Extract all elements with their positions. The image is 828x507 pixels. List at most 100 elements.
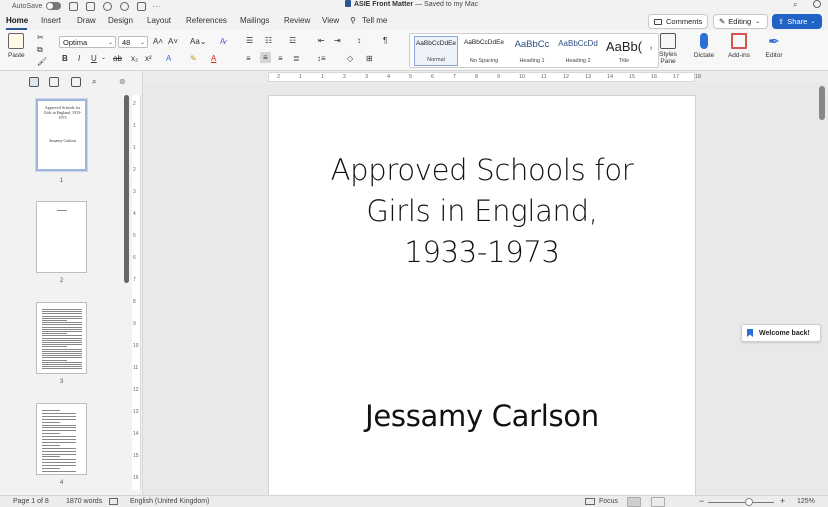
document-page[interactable]: Approved Schools for Girls in England, 1… <box>269 96 695 496</box>
shading-icon[interactable]: ◇ <box>347 54 353 63</box>
search-icon[interactable]: ⌕ <box>793 0 797 10</box>
tab-layout[interactable]: Layout <box>147 16 171 25</box>
text-effects-icon[interactable]: A <box>166 54 171 63</box>
style-heading-2[interactable]: AaBbCcDd Heading 2 <box>556 36 600 66</box>
style-title[interactable]: AaBb( Title <box>602 36 646 66</box>
document-canvas[interactable]: Approved Schools for Girls in England, 1… <box>143 83 828 496</box>
underline-button[interactable]: U <box>91 54 97 63</box>
borders-icon[interactable]: ⊞ <box>366 54 373 63</box>
redo-icon[interactable] <box>120 1 130 11</box>
style-heading-1[interactable]: AaBbCc Heading 1 <box>510 36 554 66</box>
multilevel-list-icon[interactable]: ☲ <box>289 36 296 45</box>
tell-me-search[interactable]: Tell me <box>362 16 387 25</box>
copy-icon[interactable]: ⧉ <box>37 45 43 55</box>
ruler-tick-label: 1 <box>133 123 136 129</box>
dictate-button[interactable]: Dictate <box>691 33 717 59</box>
line-spacing-icon[interactable]: ↕≡ <box>317 54 326 63</box>
page-count[interactable]: Page 1 of 8 <box>13 498 49 505</box>
decrease-indent-icon[interactable]: ⇤ <box>318 36 325 45</box>
editor-button[interactable]: ✒ Editor <box>762 33 786 59</box>
bold-button[interactable]: B <box>62 54 68 63</box>
thumbnails-icon[interactable] <box>29 77 39 87</box>
tab-mailings[interactable]: Mailings <box>240 16 269 25</box>
paste-button[interactable]: Paste <box>8 33 25 59</box>
vertical-ruler[interactable]: 2 1 1 2 3 4 5 6 7 8 9 10 11 12 13 14 15 16 <box>132 95 141 490</box>
document-title[interactable]: ASIE Front Matter — Saved to my Mac <box>345 0 478 8</box>
tab-references[interactable]: References <box>186 16 227 25</box>
welcome-back-button[interactable]: Welcome back! <box>741 324 821 342</box>
align-center-icon[interactable]: ≡ <box>260 52 271 63</box>
style-preview: AaBbCcDdEe <box>463 39 505 46</box>
highlight-icon[interactable]: ✎ <box>190 54 197 63</box>
zoom-in-button[interactable]: + <box>780 496 785 506</box>
tab-view[interactable]: View <box>322 16 339 25</box>
page-thumbnail-4[interactable] <box>36 403 87 475</box>
headings-icon[interactable] <box>49 77 59 87</box>
increase-indent-icon[interactable]: ⇥ <box>334 36 341 45</box>
sort-icon[interactable]: ↕ <box>357 36 361 45</box>
editing-mode-button[interactable]: ✎ Editing ⌄ <box>713 14 768 29</box>
comments-button[interactable]: Comments <box>648 14 709 29</box>
document-title-text[interactable]: Approved Schools for Girls in England, 1… <box>269 150 695 273</box>
bullets-icon[interactable]: ☰ <box>246 36 253 45</box>
zoom-level[interactable]: 125% <box>797 498 815 505</box>
font-color-icon[interactable]: A <box>211 54 216 63</box>
proofing-icon[interactable] <box>109 498 118 505</box>
font-name-select[interactable]: Optima ⌄ <box>59 36 116 48</box>
close-icon[interactable]: ⊗ <box>119 77 126 86</box>
shrink-font-icon[interactable]: A˅ <box>168 37 178 46</box>
tab-design[interactable]: Design <box>108 16 133 25</box>
change-case-icon[interactable]: Aa⌄ <box>190 37 207 46</box>
font-size-select[interactable]: 48 ⌄ <box>118 36 148 48</box>
page-thumbnail-1[interactable]: Approved Schools for Girls in England, 1… <box>35 98 88 172</box>
strikethrough-button[interactable]: ab <box>113 54 122 63</box>
tab-review[interactable]: Review <box>284 16 310 25</box>
align-left-icon[interactable]: ≡ <box>246 54 251 63</box>
document-scrollbar[interactable] <box>819 86 825 120</box>
superscript-button[interactable]: x² <box>145 54 152 63</box>
zoom-out-button[interactable]: − <box>699 496 704 506</box>
account-icon[interactable] <box>813 0 821 8</box>
style-normal[interactable]: AaBbCcDdEe Normal <box>414 36 458 66</box>
show-formatting-icon[interactable]: ¶ <box>383 36 387 45</box>
page-thumbnail-2[interactable] <box>36 201 87 273</box>
chevron-down-icon[interactable]: ⌄ <box>101 54 106 61</box>
search-icon[interactable]: ⌕ <box>92 77 96 87</box>
clear-formatting-icon[interactable]: A̷ <box>220 37 225 46</box>
document-author-text[interactable]: Jessamy Carlson <box>269 399 695 433</box>
numbering-icon[interactable]: ☷ <box>265 36 272 45</box>
tab-insert[interactable]: Insert <box>41 16 61 25</box>
thumbnail-scrollbar[interactable] <box>124 95 129 283</box>
save-icon[interactable] <box>86 1 96 11</box>
language[interactable]: English (United Kingdom) <box>130 498 209 505</box>
cut-icon[interactable]: ✂ <box>37 33 44 42</box>
styles-pane-button[interactable]: Styles Pane <box>657 33 679 65</box>
grow-font-icon[interactable]: A˄ <box>153 37 163 46</box>
add-ins-button[interactable]: Add-ins <box>726 33 752 59</box>
word-count[interactable]: 1870 words <box>66 498 102 505</box>
format-painter-icon[interactable]: 🖌 <box>37 57 47 66</box>
bookmark-view-icon[interactable] <box>71 77 81 87</box>
page-thumbnail-3[interactable] <box>36 302 87 374</box>
print-icon[interactable] <box>137 1 147 11</box>
tab-home[interactable]: Home <box>6 16 28 25</box>
gallery-more-icon[interactable]: › <box>650 45 652 52</box>
subscript-button[interactable]: x₂ <box>131 54 138 63</box>
style-no-spacing[interactable]: AaBbCcDdEe No Spacing <box>462 36 506 66</box>
zoom-slider-track[interactable] <box>708 502 774 503</box>
zoom-slider-knob[interactable] <box>745 498 753 506</box>
italic-button[interactable]: I <box>78 54 80 63</box>
horizontal-ruler[interactable]: 2 1 1 2 3 4 5 6 7 8 9 10 11 12 13 14 15 16 17 18 <box>268 72 701 82</box>
justify-icon[interactable]: ≣ <box>293 54 300 63</box>
web-layout-button[interactable] <box>651 497 665 507</box>
undo-icon[interactable] <box>103 1 113 11</box>
tab-draw[interactable]: Draw <box>77 16 96 25</box>
more-icon[interactable]: ··· <box>152 2 160 11</box>
focus-label[interactable]: Focus <box>599 498 618 505</box>
autosave-toggle[interactable] <box>46 2 62 10</box>
print-layout-button[interactable] <box>627 497 641 507</box>
home-icon[interactable] <box>69 1 79 11</box>
focus-icon[interactable] <box>585 498 595 505</box>
share-button[interactable]: ⇪ Share ⌄ <box>772 14 822 29</box>
align-right-icon[interactable]: ≡ <box>278 54 283 63</box>
